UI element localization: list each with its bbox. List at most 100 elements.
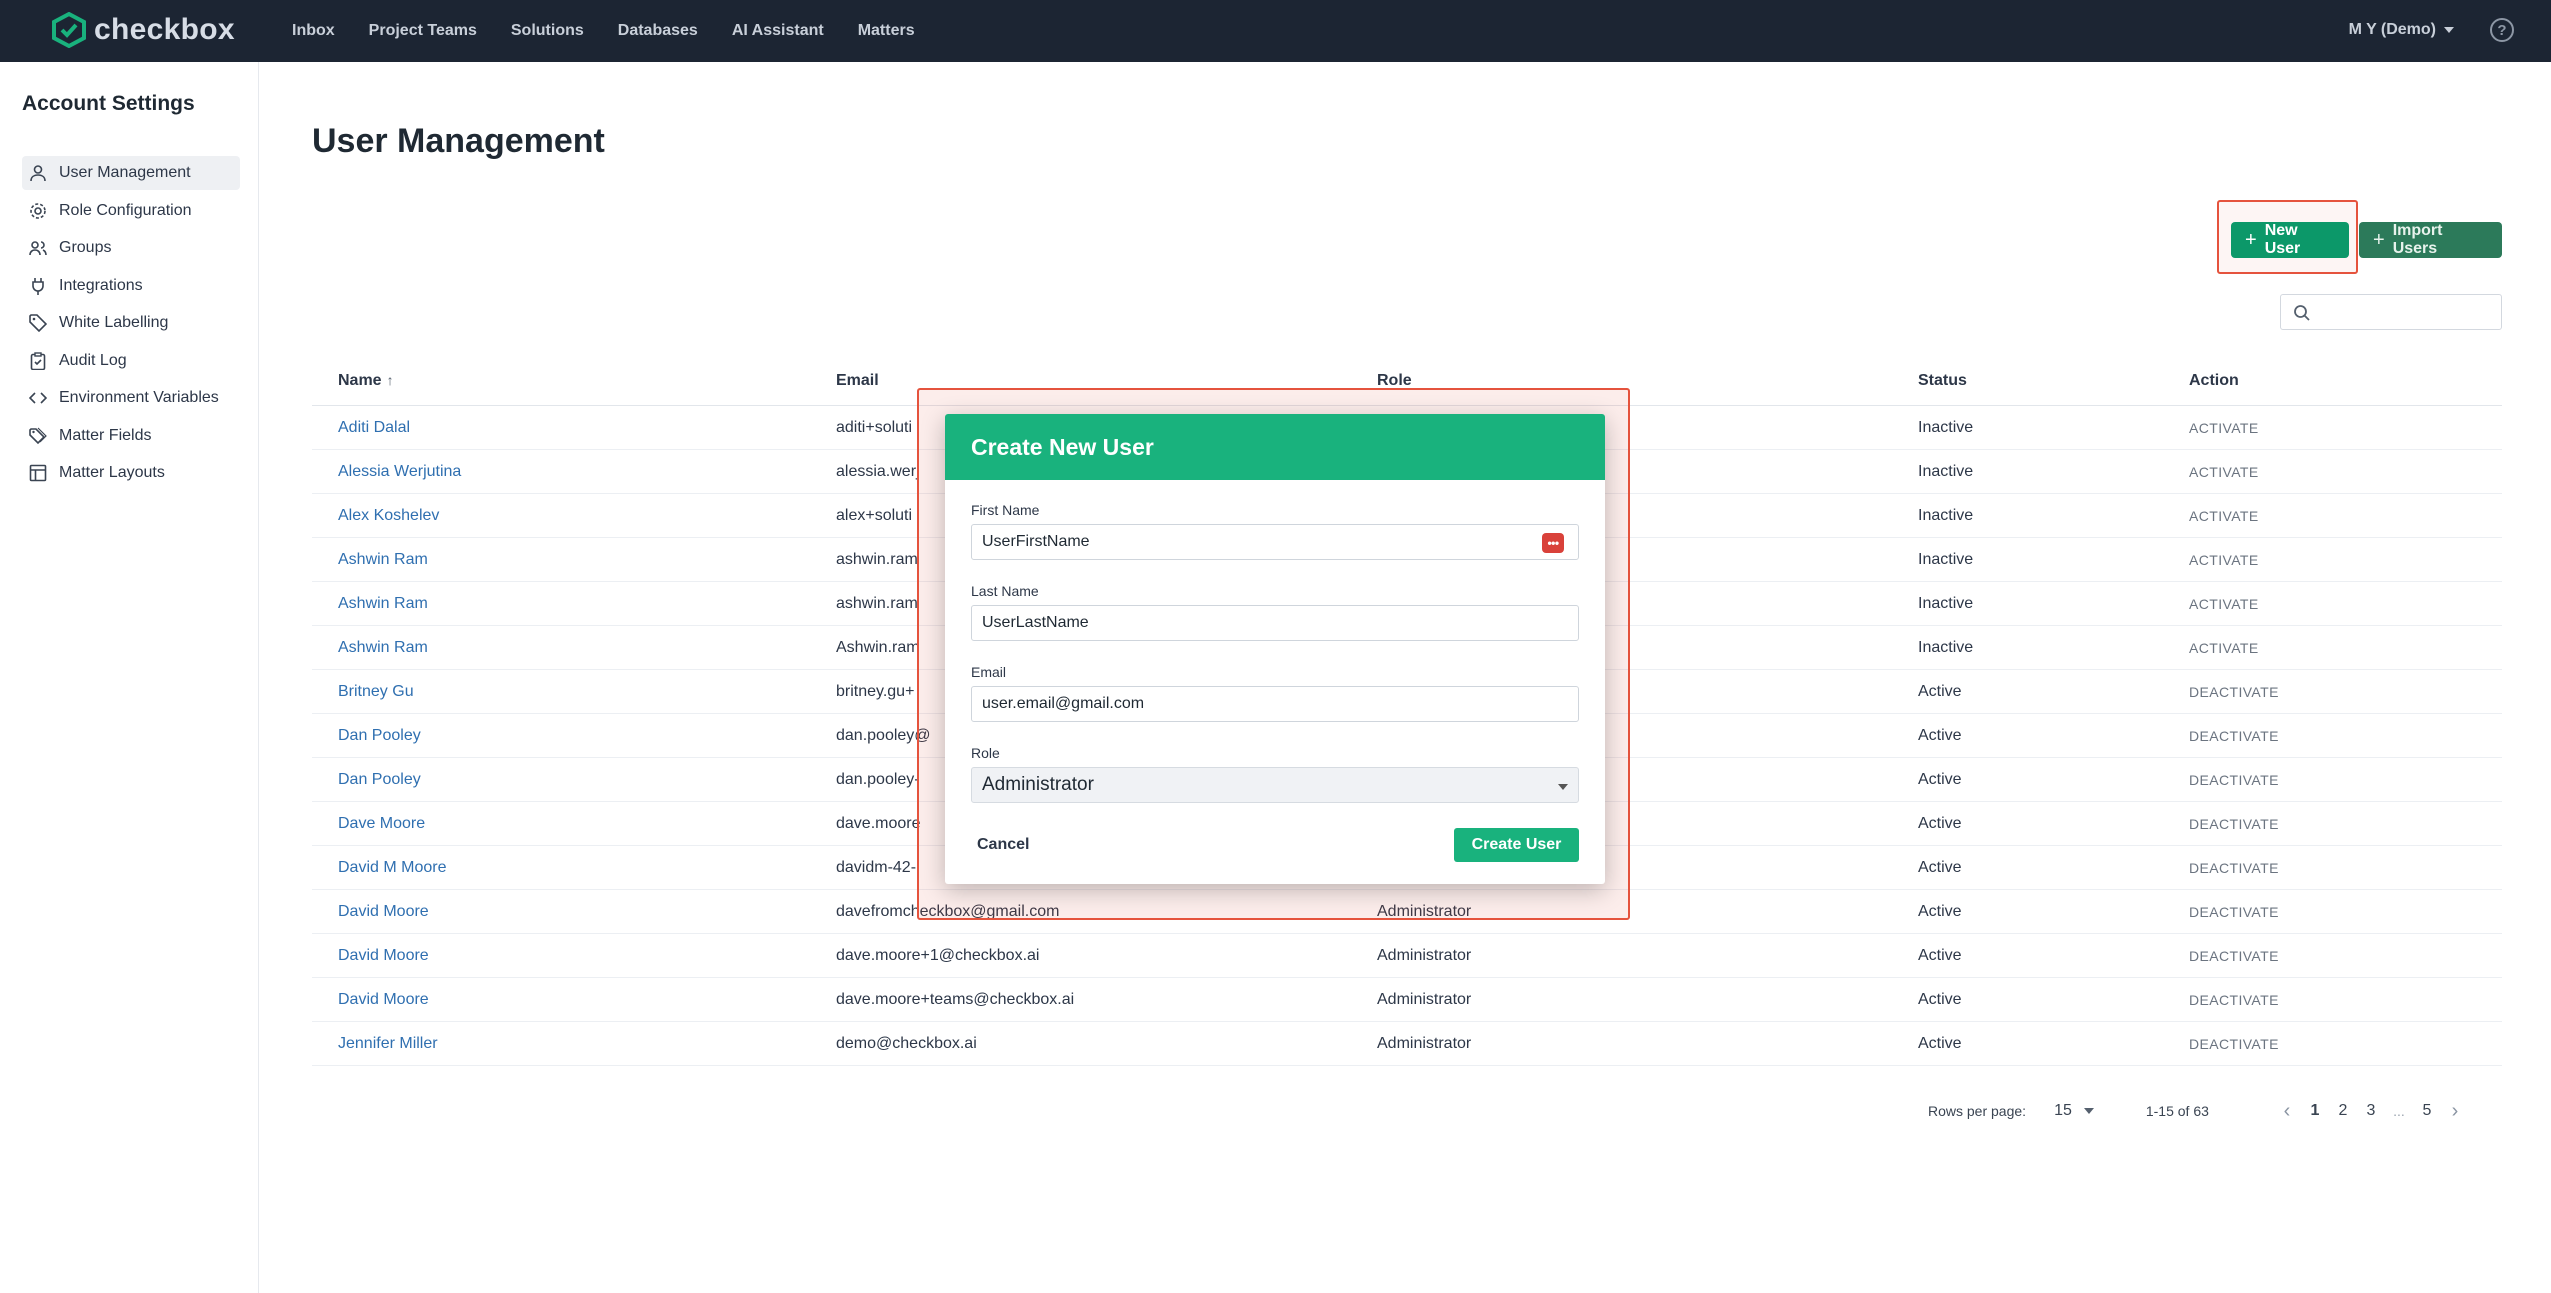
- user-action-link[interactable]: ACTIVATE: [2189, 464, 2502, 480]
- create-user-button[interactable]: Create User: [1454, 828, 1579, 862]
- role-select[interactable]: Administrator: [971, 767, 1579, 803]
- user-status: Active: [1918, 1034, 1962, 1052]
- user-name-link[interactable]: David Moore: [312, 903, 836, 921]
- user-role: Administrator: [1377, 946, 1472, 964]
- nav-databases[interactable]: Databases: [618, 22, 698, 40]
- table-row: David Moore dave.moore+1@checkbox.ai Admin…: [312, 934, 2502, 978]
- user-name-link[interactable]: Britney Gu: [312, 683, 836, 701]
- name-column-header[interactable]: Name ↑: [312, 372, 836, 390]
- email-column-header[interactable]: Email: [836, 372, 1377, 390]
- user-action-link[interactable]: DEACTIVATE: [2189, 1036, 2502, 1052]
- last-name-field[interactable]: UserLastName: [971, 605, 1579, 641]
- user-name-link[interactable]: Alex Koshelev: [312, 507, 836, 525]
- user-name-link[interactable]: Dan Pooley: [312, 771, 836, 789]
- user-email: dave.moore+1@checkbox.ai: [836, 946, 1040, 964]
- nav-project-teams[interactable]: Project Teams: [369, 22, 477, 40]
- user-action-link[interactable]: ACTIVATE: [2189, 508, 2502, 524]
- tags-icon: [29, 427, 47, 444]
- new-user-button[interactable]: + New User: [2231, 222, 2349, 258]
- brand-name: checkbox: [94, 13, 235, 46]
- user-action-link[interactable]: DEACTIVATE: [2189, 728, 2502, 744]
- search-input[interactable]: [2321, 301, 2491, 325]
- status-column-header[interactable]: Status: [1918, 372, 2189, 390]
- role-column-header[interactable]: Role: [1377, 372, 1918, 390]
- user-action-link[interactable]: DEACTIVATE: [2189, 772, 2502, 788]
- sidebar-item-matter-fields[interactable]: Matter Fields: [22, 419, 240, 453]
- import-users-button[interactable]: + Import Users: [2359, 222, 2502, 258]
- user-name-link[interactable]: Dan Pooley: [312, 727, 836, 745]
- user-status: Active: [1918, 946, 1962, 964]
- layout-icon: [29, 464, 47, 482]
- user-name-link[interactable]: Alessia Werjutina: [312, 463, 836, 481]
- users-icon: [29, 241, 47, 256]
- user-action-link[interactable]: DEACTIVATE: [2189, 992, 2502, 1008]
- user-name-link[interactable]: Jennifer Miller: [312, 1035, 836, 1053]
- sidebar-item-environment-variables[interactable]: Environment Variables: [22, 381, 240, 415]
- user-status: Active: [1918, 770, 1962, 788]
- user-name-link[interactable]: Ashwin Ram: [312, 595, 836, 613]
- first-name-value: UserFirstName: [982, 533, 1090, 550]
- next-page-icon[interactable]: ›: [2441, 1100, 2469, 1123]
- user-action-link[interactable]: ACTIVATE: [2189, 596, 2502, 612]
- sidebar-item-user-management[interactable]: User Management: [22, 156, 240, 190]
- sidebar-item-groups[interactable]: Groups: [22, 231, 240, 265]
- nav-solutions[interactable]: Solutions: [511, 22, 584, 40]
- cancel-button[interactable]: Cancel: [977, 828, 1029, 862]
- name-header-label: Name: [338, 371, 382, 389]
- logo[interactable]: checkbox: [52, 12, 235, 48]
- create-user-modal: Create New User First Name UserFirstName…: [945, 414, 1605, 884]
- nav-ai-assistant[interactable]: AI Assistant: [732, 22, 824, 40]
- sidebar-item-label: Environment Variables: [59, 389, 219, 406]
- user-action-link[interactable]: DEACTIVATE: [2189, 860, 2502, 876]
- nav-matters[interactable]: Matters: [858, 22, 915, 40]
- rows-per-page-select[interactable]: 15: [2054, 1102, 2094, 1120]
- user-name-link[interactable]: David Moore: [312, 991, 836, 1009]
- page-button-1[interactable]: 1: [2301, 1102, 2329, 1120]
- user-name-link[interactable]: Ashwin Ram: [312, 639, 836, 657]
- first-name-group: First Name UserFirstName •••: [971, 502, 1579, 560]
- user-status: Active: [1918, 814, 1962, 832]
- user-name-link[interactable]: Aditi Dalal: [312, 419, 836, 437]
- sidebar-item-matter-layouts[interactable]: Matter Layouts: [22, 456, 240, 490]
- plug-icon: [32, 277, 44, 295]
- user-action-link[interactable]: DEACTIVATE: [2189, 948, 2502, 964]
- page-title: User Management: [312, 122, 605, 160]
- user-name-link[interactable]: David Moore: [312, 947, 836, 965]
- page-button-2[interactable]: 2: [2329, 1102, 2357, 1120]
- user-action-link[interactable]: DEACTIVATE: [2189, 816, 2502, 832]
- user-action-link[interactable]: DEACTIVATE: [2189, 684, 2502, 700]
- checkbox-logo-icon: [52, 12, 86, 48]
- sidebar-item-label: Integrations: [59, 276, 143, 294]
- email-field[interactable]: user.email@gmail.com: [971, 686, 1579, 722]
- first-name-field[interactable]: UserFirstName •••: [971, 524, 1579, 560]
- top-navbar: checkbox Inbox Project Teams Solutions D…: [0, 0, 2551, 62]
- user-action-link[interactable]: ACTIVATE: [2189, 552, 2502, 568]
- user-name-link[interactable]: Dave Moore: [312, 815, 836, 833]
- last-name-label: Last Name: [971, 583, 1039, 599]
- user-name-link[interactable]: Ashwin Ram: [312, 551, 836, 569]
- prev-page-icon[interactable]: ‹: [2273, 1100, 2301, 1123]
- help-icon[interactable]: ?: [2490, 18, 2514, 42]
- sidebar-item-white-labelling[interactable]: White Labelling: [22, 306, 240, 340]
- email-label: Email: [971, 664, 1007, 680]
- last-name-group: Last Name UserLastName: [971, 583, 1579, 641]
- action-column-header: Action: [2189, 371, 2239, 389]
- user-action-link[interactable]: ACTIVATE: [2189, 420, 2502, 436]
- sidebar-item-audit-log[interactable]: Audit Log: [22, 344, 240, 378]
- nav-inbox[interactable]: Inbox: [292, 22, 335, 40]
- modal-title: Create New User: [945, 414, 1605, 480]
- user-action-link[interactable]: DEACTIVATE: [2189, 904, 2502, 920]
- search-icon: [2294, 305, 2310, 321]
- page-button-3[interactable]: 3: [2357, 1102, 2385, 1120]
- user-role: Administrator: [1377, 990, 1472, 1008]
- page-ellipsis: ...: [2393, 1103, 2405, 1119]
- account-menu[interactable]: M Y (Demo): [2349, 21, 2454, 39]
- page-button-5[interactable]: 5: [2413, 1102, 2441, 1120]
- sidebar-item-role-configuration[interactable]: Role Configuration: [22, 194, 240, 228]
- sidebar-item-label: Matter Layouts: [59, 464, 165, 481]
- rows-per-page-value: 15: [2054, 1102, 2072, 1119]
- user-action-link[interactable]: ACTIVATE: [2189, 640, 2502, 656]
- sidebar-item-integrations[interactable]: Integrations: [22, 269, 240, 303]
- user-name-link[interactable]: David M Moore: [312, 859, 836, 877]
- password-manager-icon[interactable]: •••: [1542, 533, 1564, 553]
